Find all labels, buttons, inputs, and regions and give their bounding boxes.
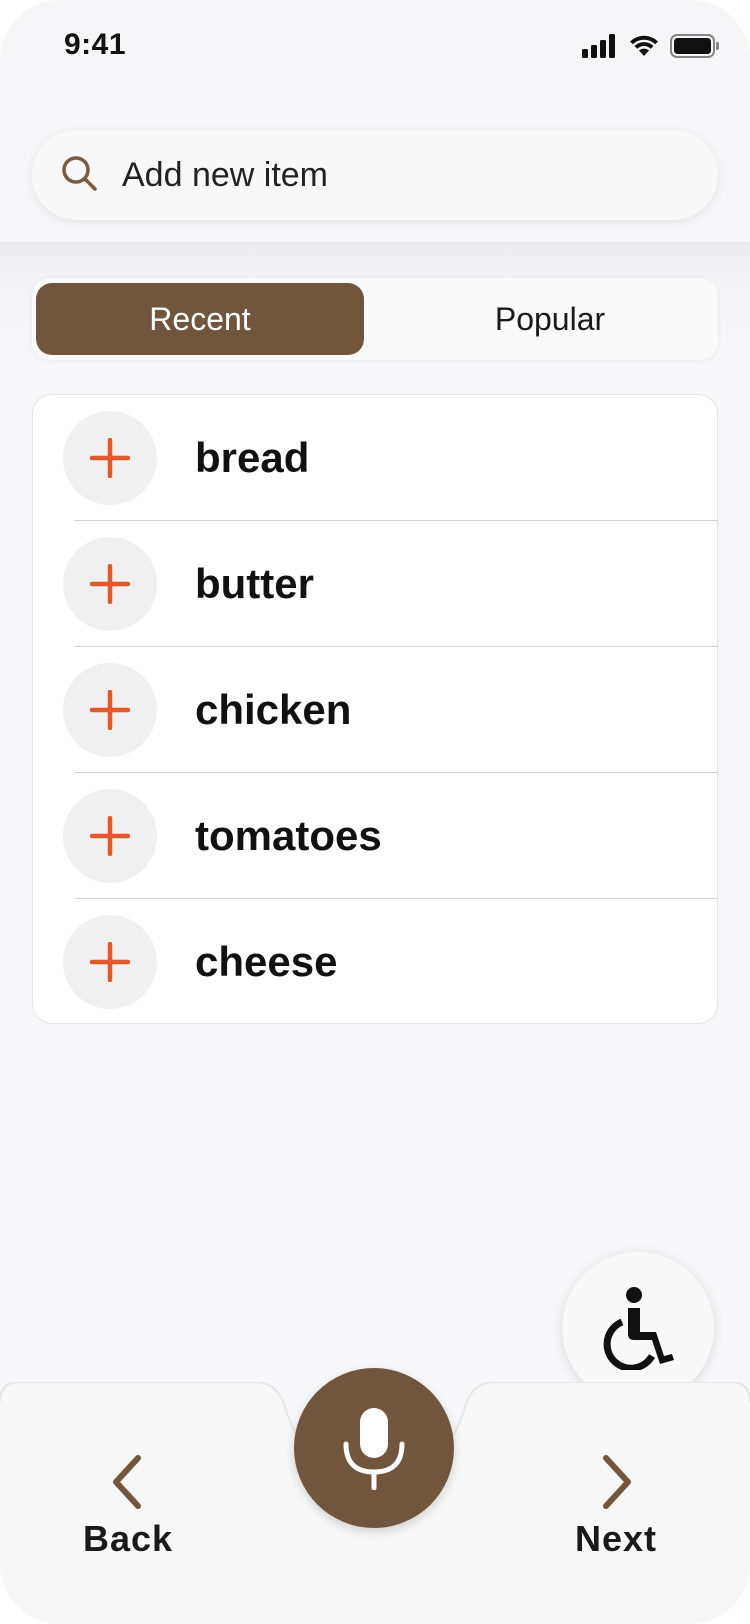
microphone-icon [343, 1408, 405, 1490]
list-item[interactable]: chicken [33, 647, 717, 773]
search-icon [60, 154, 100, 199]
list-item[interactable]: bread [33, 395, 717, 521]
add-item-button[interactable] [63, 915, 157, 1009]
wheelchair-icon [603, 1287, 674, 1370]
add-item-button[interactable] [63, 663, 157, 757]
next-label: Next [574, 1518, 658, 1559]
app-screen: 9:41 Recent Popular [0, 0, 750, 1624]
list-item[interactable]: butter [33, 521, 717, 647]
plus-icon [90, 438, 130, 478]
search-bar[interactable] [32, 130, 718, 220]
cellular-signal-icon [582, 34, 615, 58]
back-button[interactable]: Back [38, 1454, 218, 1574]
plus-icon [90, 942, 130, 982]
plus-icon [90, 690, 130, 730]
search-input[interactable] [122, 130, 682, 220]
back-label: Back [82, 1518, 174, 1559]
item-label: chicken [195, 686, 352, 733]
status-time: 9:41 [64, 28, 127, 61]
list-item[interactable]: tomatoes [33, 773, 717, 899]
list-item[interactable]: cheese [33, 899, 717, 1023]
plus-icon [90, 816, 130, 856]
chevron-right-icon [603, 1455, 631, 1509]
item-label: cheese [195, 938, 338, 985]
add-item-button[interactable] [63, 537, 157, 631]
item-label: butter [195, 560, 314, 607]
next-button[interactable]: Next [526, 1454, 706, 1574]
wifi-icon [630, 35, 658, 56]
microphone-button[interactable] [294, 1368, 454, 1528]
battery-icon [670, 34, 719, 58]
add-item-button[interactable] [63, 789, 157, 883]
plus-icon [90, 564, 130, 604]
add-item-button[interactable] [63, 411, 157, 505]
chevron-left-icon [113, 1455, 141, 1509]
item-label: tomatoes [195, 812, 382, 859]
status-icons [582, 34, 720, 58]
tab-popular[interactable]: Popular [386, 283, 714, 355]
item-label: bread [195, 434, 310, 481]
tab-recent[interactable]: Recent [36, 283, 364, 355]
item-list: bread butter chicken tomatoes cheese [32, 394, 718, 1024]
tab-bar: Recent Popular [32, 278, 718, 360]
